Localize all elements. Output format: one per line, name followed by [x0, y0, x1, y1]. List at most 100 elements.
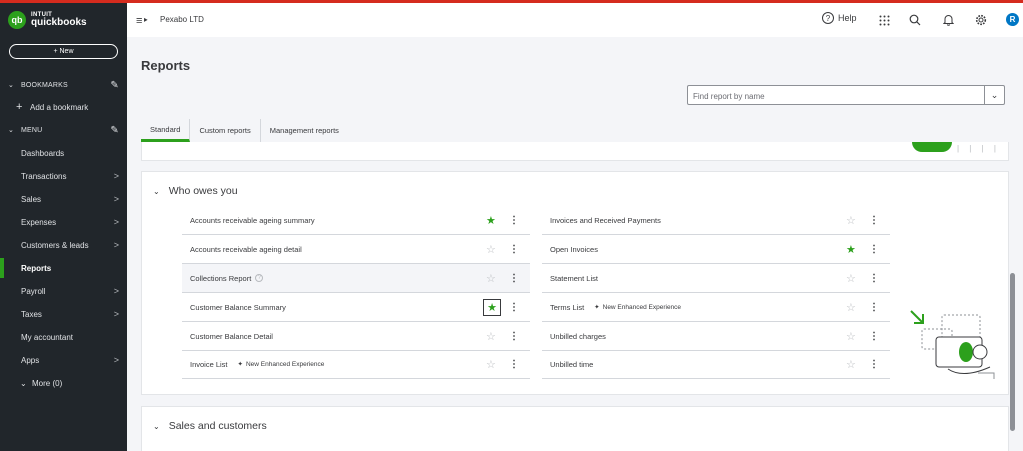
report-name: Invoice List [190, 359, 228, 369]
report-row[interactable]: Accounts receivable ageing detail ☆ ⋮ [182, 235, 530, 264]
star-outline-icon[interactable]: ☆ [486, 330, 496, 343]
report-row[interactable]: Customer Balance Summary ★ ⋮ [182, 293, 530, 322]
help-button[interactable]: ? Help [822, 12, 857, 24]
tab-management-reports[interactable]: Management reports [261, 119, 348, 142]
star-outline-icon[interactable]: ☆ [486, 243, 496, 256]
pencil-icon[interactable]: ✎ [110, 80, 119, 91]
report-row[interactable]: Unbilled charges ☆ ⋮ [542, 322, 890, 351]
star-filled-icon[interactable]: ★ [486, 214, 496, 227]
report-row[interactable]: Statement List ☆ ⋮ [542, 264, 890, 293]
star-filled-icon[interactable]: ★ [483, 298, 501, 316]
sidebar-item-reports[interactable]: Reports [0, 258, 127, 278]
report-link[interactable]: Unbilled time [550, 360, 593, 369]
chevron-down-icon: ⌄ [8, 127, 15, 134]
report-row[interactable]: Unbilled time ☆ ⋮ [542, 350, 890, 379]
report-link[interactable]: Customer Balance Summary [190, 303, 286, 312]
star-outline-icon[interactable]: ☆ [846, 214, 856, 227]
report-link[interactable]: Customer Balance Detail [190, 332, 273, 341]
add-bookmark-link[interactable]: + Add a bookmark [0, 97, 127, 117]
more-options-icon[interactable]: ⋮ [869, 302, 879, 313]
report-row[interactable]: Collections Report? ☆ ⋮ [182, 264, 530, 293]
more-options-icon[interactable]: ⋮ [869, 359, 879, 370]
menu-collapse-icon[interactable]: ≡‣ [136, 14, 149, 27]
report-link[interactable]: Accounts receivable ageing summary [190, 216, 315, 225]
info-icon[interactable]: ? [255, 274, 264, 282]
report-row[interactable]: Open Invoices ★ ⋮ [542, 235, 890, 264]
gear-icon[interactable] [973, 12, 989, 28]
report-row[interactable]: Invoices and Received Payments ☆ ⋮ [542, 206, 890, 235]
user-avatar[interactable]: R [1006, 13, 1019, 26]
report-search-input[interactable] [688, 87, 978, 106]
new-button[interactable]: + New [9, 44, 118, 59]
chevron-right-icon: > [113, 171, 119, 181]
report-link[interactable]: Invoices and Received Payments [550, 216, 661, 225]
star-outline-icon[interactable]: ☆ [846, 272, 856, 285]
tab-standard[interactable]: Standard [141, 119, 191, 142]
more-options-icon[interactable]: ⋮ [509, 215, 519, 226]
sidebar-item-sales[interactable]: Sales > [0, 189, 127, 209]
more-options-icon[interactable]: ⋮ [869, 244, 879, 255]
sales-and-customers-section: ⌄ Sales and customers [141, 406, 1009, 451]
sidebar-item-expenses[interactable]: Expenses > [0, 212, 127, 232]
search-icon[interactable] [907, 12, 923, 28]
menu-label: MENU [21, 126, 43, 134]
star-outline-icon[interactable]: ☆ [846, 301, 856, 314]
chevron-right-icon: > [113, 194, 119, 204]
sidebar-item-my-accountant[interactable]: My accountant [0, 327, 127, 347]
magic-wand-icon: ✦ [237, 361, 243, 368]
bookmarks-section-toggle[interactable]: ⌄ BOOKMARKS ✎ [0, 75, 127, 95]
page-scrollbar[interactable] [1010, 273, 1015, 431]
report-name: Accounts receivable ageing summary [190, 215, 315, 225]
pencil-icon[interactable]: ✎ [110, 125, 119, 136]
report-link[interactable]: Invoice List ✦ New Enhanced Experience [190, 360, 324, 369]
page-title: Reports [141, 58, 191, 73]
star-outline-icon[interactable]: ☆ [846, 358, 856, 371]
sidebar-item-taxes[interactable]: Taxes > [0, 304, 127, 324]
report-row[interactable]: Customer Balance Detail ☆ ⋮ [182, 322, 530, 351]
star-outline-icon[interactable]: ☆ [846, 330, 856, 343]
report-name: Unbilled charges [550, 331, 606, 341]
section-toggle[interactable]: ⌄ Who owes you [153, 185, 238, 197]
sidebar-item-apps[interactable]: Apps > [0, 350, 127, 370]
more-options-icon[interactable]: ⋮ [869, 273, 879, 284]
report-row[interactable]: Terms List ✦ New Enhanced Experience ☆ ⋮ [542, 293, 890, 322]
star-outline-icon[interactable]: ☆ [486, 272, 496, 285]
report-link[interactable]: Statement List [550, 274, 598, 283]
chevron-down-icon[interactable]: ⌄ [984, 86, 1004, 104]
apps-grid-icon[interactable] [876, 12, 892, 28]
sidebar-item-more[interactable]: ⌄ More (0) [0, 373, 127, 393]
more-options-icon[interactable]: ⋮ [869, 331, 879, 342]
report-link[interactable]: Collections Report? [190, 273, 264, 283]
notification-bell-icon[interactable] [940, 12, 956, 28]
sidebar-item-customers-leads[interactable]: Customers & leads > [0, 235, 127, 255]
more-options-icon[interactable]: ⋮ [509, 302, 519, 313]
report-tabs: Standard Custom reports Management repor… [141, 119, 348, 142]
quickbooks-logo[interactable]: qb INTUIT quickbooks [8, 11, 87, 29]
sidebar-item-transactions[interactable]: Transactions > [0, 166, 127, 186]
more-options-icon[interactable]: ⋮ [509, 273, 519, 284]
help-icon: ? [822, 12, 834, 24]
enhanced-experience-tag: ✦ New Enhanced Experience [237, 360, 325, 369]
more-options-icon[interactable]: ⋮ [869, 215, 879, 226]
report-name: Collections Report [190, 273, 252, 283]
sidebar-item-payroll[interactable]: Payroll > [0, 281, 127, 301]
report-link[interactable]: Terms List ✦ New Enhanced Experience [550, 303, 681, 312]
report-name: Invoices and Received Payments [550, 215, 661, 225]
report-row[interactable]: Invoice List ✦ New Enhanced Experience ☆ ⋮ [182, 350, 530, 379]
star-filled-icon[interactable]: ★ [846, 243, 856, 256]
more-options-icon[interactable]: ⋮ [509, 331, 519, 342]
sidebar-item-dashboards[interactable]: Dashboards [0, 143, 127, 163]
section-toggle[interactable]: ⌄ Sales and customers [153, 420, 267, 432]
more-options-icon[interactable]: ⋮ [509, 244, 519, 255]
report-name: Accounts receivable ageing detail [190, 244, 302, 254]
star-outline-icon[interactable]: ☆ [486, 358, 496, 371]
report-link[interactable]: Open Invoices [550, 245, 598, 254]
report-link[interactable]: Accounts receivable ageing detail [190, 245, 302, 254]
report-row[interactable]: Accounts receivable ageing summary ★ ⋮ [182, 206, 530, 235]
report-link[interactable]: Unbilled charges [550, 332, 606, 341]
qb-logo-icon: qb [8, 11, 26, 29]
more-options-icon[interactable]: ⋮ [509, 359, 519, 370]
menu-section-toggle[interactable]: ⌄ MENU ✎ [0, 120, 127, 140]
tab-custom-reports[interactable]: Custom reports [190, 119, 261, 142]
chevron-right-icon: > [113, 355, 119, 365]
